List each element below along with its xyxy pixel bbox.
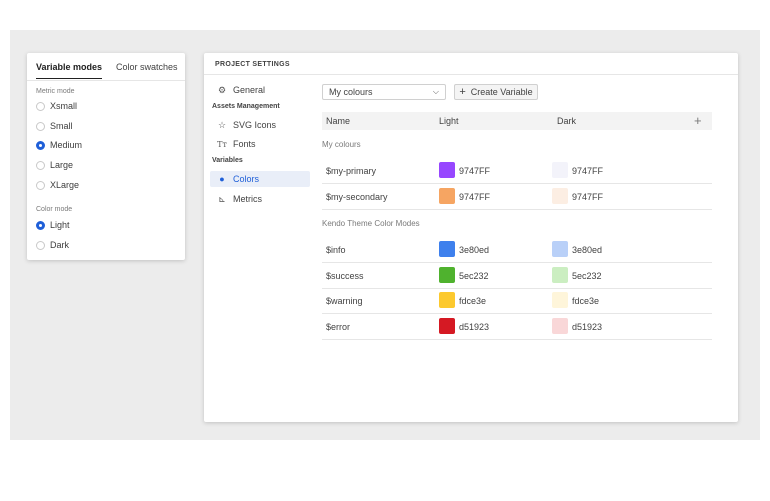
radio-small[interactable]: Small [36, 119, 73, 133]
tab-variable-modes[interactable]: Variable modes [36, 62, 103, 79]
color-value: 5ec232 [459, 271, 489, 281]
variable-name: $error [326, 322, 351, 332]
radio-button-checked[interactable] [36, 220, 45, 230]
nav-item-fonts[interactable]: Tт Fonts [210, 136, 310, 152]
color-swatch[interactable] [439, 188, 455, 204]
add-column-icon[interactable]: + [694, 113, 702, 128]
group-title-kendo-theme: Kendo Theme Color Modes [322, 219, 420, 228]
variable-name: $info [326, 245, 346, 255]
color-swatch[interactable] [439, 241, 455, 257]
table-row[interactable]: $error d51923 d51923 [322, 314, 712, 340]
color-value: 3e80ed [572, 245, 603, 255]
color-value: 9747FF [459, 166, 491, 176]
star-icon: ☆ [217, 119, 227, 130]
radio-button[interactable] [36, 101, 45, 111]
table-row[interactable]: $info 3e80ed 3e80ed [322, 237, 712, 263]
variable-name: $warning [326, 296, 363, 306]
radio-light[interactable]: Light [36, 218, 70, 232]
table-header: Name Light Dark + [322, 112, 712, 130]
nav-item-general[interactable]: ⚙ General [210, 82, 310, 98]
radio-label: Large [50, 160, 74, 170]
color-swatch[interactable] [552, 318, 568, 334]
color-swatch[interactable] [439, 162, 455, 178]
column-header-light: Light [439, 116, 459, 126]
color-value: fdce3e [572, 296, 600, 306]
color-swatch[interactable] [552, 267, 568, 283]
color-swatch[interactable] [439, 318, 455, 334]
select-value: My colours [329, 87, 373, 97]
button-label: Create Variable [470, 87, 533, 97]
radio-label: Dark [50, 240, 70, 250]
panel-tabs: Variable modes Color swatches [27, 53, 185, 81]
radio-label: Small [50, 121, 73, 131]
chevron-down-icon: ⌵ [432, 87, 439, 96]
color-swatch[interactable] [552, 162, 568, 178]
radio-button[interactable] [36, 121, 45, 131]
variable-modes-panel: Variable modes Color swatches Metric mod… [27, 53, 185, 260]
radio-button[interactable] [36, 160, 45, 170]
page-title: PROJECT SETTINGS [215, 61, 290, 68]
create-variable-button[interactable]: + Create Variable [454, 84, 538, 100]
nav-label: Metrics [233, 194, 262, 204]
color-swatch[interactable] [439, 292, 455, 308]
project-settings-panel: PROJECT SETTINGS ⚙ General Assets Manage… [204, 53, 738, 422]
radio-label: XLarge [50, 180, 80, 190]
metric-mode-label: Metric mode [36, 88, 75, 95]
radio-label: Xsmall [50, 101, 78, 111]
column-header-dark: Dark [557, 116, 577, 126]
radio-label: Medium [50, 140, 83, 150]
color-value: 5ec232 [572, 271, 602, 281]
variable-name: $my-secondary [326, 192, 388, 202]
variable-name: $success [326, 271, 364, 281]
nav-item-metrics[interactable]: ⊾ Metrics [210, 191, 310, 207]
nav-label: Colors [233, 174, 260, 184]
radio-button[interactable] [36, 240, 45, 250]
radio-button[interactable] [36, 180, 45, 190]
radio-xlarge[interactable]: XLarge [36, 178, 79, 192]
text-icon: Tт [217, 139, 227, 149]
color-value: 9747FF [459, 192, 491, 202]
plus-icon: + [459, 86, 466, 98]
color-swatch[interactable] [552, 241, 568, 257]
palette-select[interactable]: My colours ⌵ [322, 84, 446, 100]
color-swatch[interactable] [552, 292, 568, 308]
radio-large[interactable]: Large [36, 158, 73, 172]
table-row[interactable]: $warning fdce3e fdce3e [322, 288, 712, 314]
ruler-icon: ⊾ [218, 193, 226, 204]
group-title-my-colours: My colours [322, 140, 361, 149]
tab-color-swatches[interactable]: Color swatches [116, 62, 178, 72]
color-value: 9747FF [572, 166, 604, 176]
nav-item-colors[interactable]: ● Colors [210, 171, 310, 187]
radio-dark[interactable]: Dark [36, 238, 69, 252]
nav-item-svg-icons[interactable]: ☆ SVG Icons [210, 117, 310, 133]
color-swatch[interactable] [552, 188, 568, 204]
nav-label: General [233, 85, 266, 95]
table-row[interactable]: $my-secondary 9747FF 9747FF [322, 184, 712, 210]
table-row[interactable]: $success 5ec232 5ec232 [322, 263, 712, 289]
radio-button-checked[interactable] [36, 140, 45, 150]
radio-label: Light [50, 220, 70, 230]
color-value: d51923 [572, 322, 603, 332]
column-header-name: Name [326, 116, 351, 126]
color-value: d51923 [459, 322, 490, 332]
color-value: 3e80ed [459, 245, 490, 255]
divider [204, 74, 738, 75]
nav-section-assets: Assets Management [212, 103, 280, 110]
radio-medium[interactable]: Medium [36, 138, 82, 152]
gear-icon: ⚙ [217, 84, 227, 95]
nav-section-variables: Variables [212, 157, 243, 164]
radio-xsmall[interactable]: Xsmall [36, 99, 77, 113]
color-value: fdce3e [459, 296, 487, 306]
color-swatch[interactable] [439, 267, 455, 283]
palette-icon: ● [219, 174, 225, 184]
color-value: 9747FF [572, 192, 604, 202]
color-mode-label: Color mode [36, 206, 73, 213]
nav-label: SVG Icons [233, 120, 277, 130]
nav-label: Fonts [233, 139, 256, 149]
variable-name: $my-primary [326, 166, 377, 176]
table-row[interactable]: $my-primary 9747FF 9747FF [322, 158, 712, 184]
